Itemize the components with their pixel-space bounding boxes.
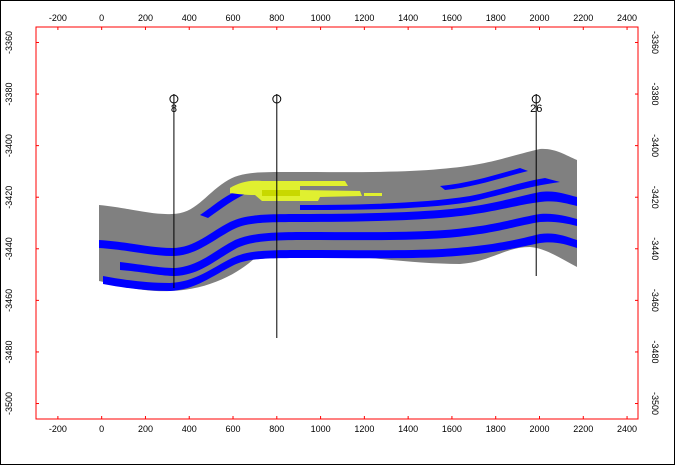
- well-label: 8: [171, 103, 177, 115]
- y-tick-label-right: -3400: [650, 134, 660, 157]
- x-tick-label-bottom: 800: [269, 424, 284, 434]
- x-tick-label-top: 1800: [486, 13, 506, 23]
- x-tick-label-top: 1400: [398, 13, 418, 23]
- well-label: 26: [530, 103, 542, 115]
- y-tick-label-left: -3500: [4, 392, 14, 415]
- x-tick-label-bottom: 1600: [442, 424, 462, 434]
- x-tick-label-top: 2000: [529, 13, 549, 23]
- x-tick-label-top: 600: [226, 13, 241, 23]
- y-tick-label-left: -3400: [4, 134, 14, 157]
- x-tick-label-top: 400: [182, 13, 197, 23]
- x-tick-label-bottom: 2200: [573, 424, 593, 434]
- y-tick-label-left: -3420: [4, 186, 14, 209]
- x-tick-label-bottom: 1200: [354, 424, 374, 434]
- y-tick-label-right: -3380: [650, 83, 660, 106]
- x-tick-label-top: 2200: [573, 13, 593, 23]
- x-tick-label-top: 800: [269, 13, 284, 23]
- oil-patch: [262, 190, 300, 196]
- x-tick-label-top: -200: [49, 13, 67, 23]
- y-tick-label-right: -3360: [650, 31, 660, 54]
- y-tick-label-left: -3360: [4, 31, 14, 54]
- x-tick-label-bottom: -200: [49, 424, 67, 434]
- x-tick-label-bottom: 2400: [617, 424, 637, 434]
- y-axis-right: -3360 -3380 -3400 -3420 -3440 -3460 -3480 -3500: [635, 31, 660, 415]
- x-tick-label-bottom: 1800: [486, 424, 506, 434]
- oil-patch: [364, 193, 382, 196]
- y-tick-label-right: -3420: [650, 186, 660, 209]
- x-tick-label-bottom: 400: [182, 424, 197, 434]
- y-tick-label-right: -3480: [650, 340, 660, 363]
- y-tick-label-left: -3460: [4, 289, 14, 312]
- y-tick-label-right: -3440: [650, 237, 660, 260]
- x-tick-label-top: 2400: [617, 13, 637, 23]
- x-tick-label-top: 0: [99, 13, 104, 23]
- x-tick-label-bottom: 1400: [398, 424, 418, 434]
- x-tick-label-top: 1200: [354, 13, 374, 23]
- x-tick-label-top: 1600: [442, 13, 462, 23]
- y-tick-label-left: -3480: [4, 340, 14, 363]
- x-tick-label-top: 200: [138, 13, 153, 23]
- y-tick-label-left: -3380: [4, 83, 14, 106]
- x-tick-label-top: 1000: [311, 13, 331, 23]
- y-tick-label-right: -3500: [650, 392, 660, 415]
- y-tick-label-right: -3460: [650, 289, 660, 312]
- y-tick-label-left: -3440: [4, 237, 14, 260]
- cross-section-plot: -200 0 200 400 600 800 1000 1200 1400 1600 1800 200…: [4, 13, 660, 434]
- x-tick-label-bottom: 200: [138, 424, 153, 434]
- x-tick-label-bottom: 1000: [311, 424, 331, 434]
- x-tick-label-bottom: 0: [99, 424, 104, 434]
- x-tick-label-bottom: 2000: [529, 424, 549, 434]
- x-tick-label-bottom: 600: [226, 424, 241, 434]
- geologic-section: [99, 148, 577, 292]
- y-axis-left: -3360 -3380 -3400 -3420 -3440 -3460 -3480 -3500: [4, 31, 39, 415]
